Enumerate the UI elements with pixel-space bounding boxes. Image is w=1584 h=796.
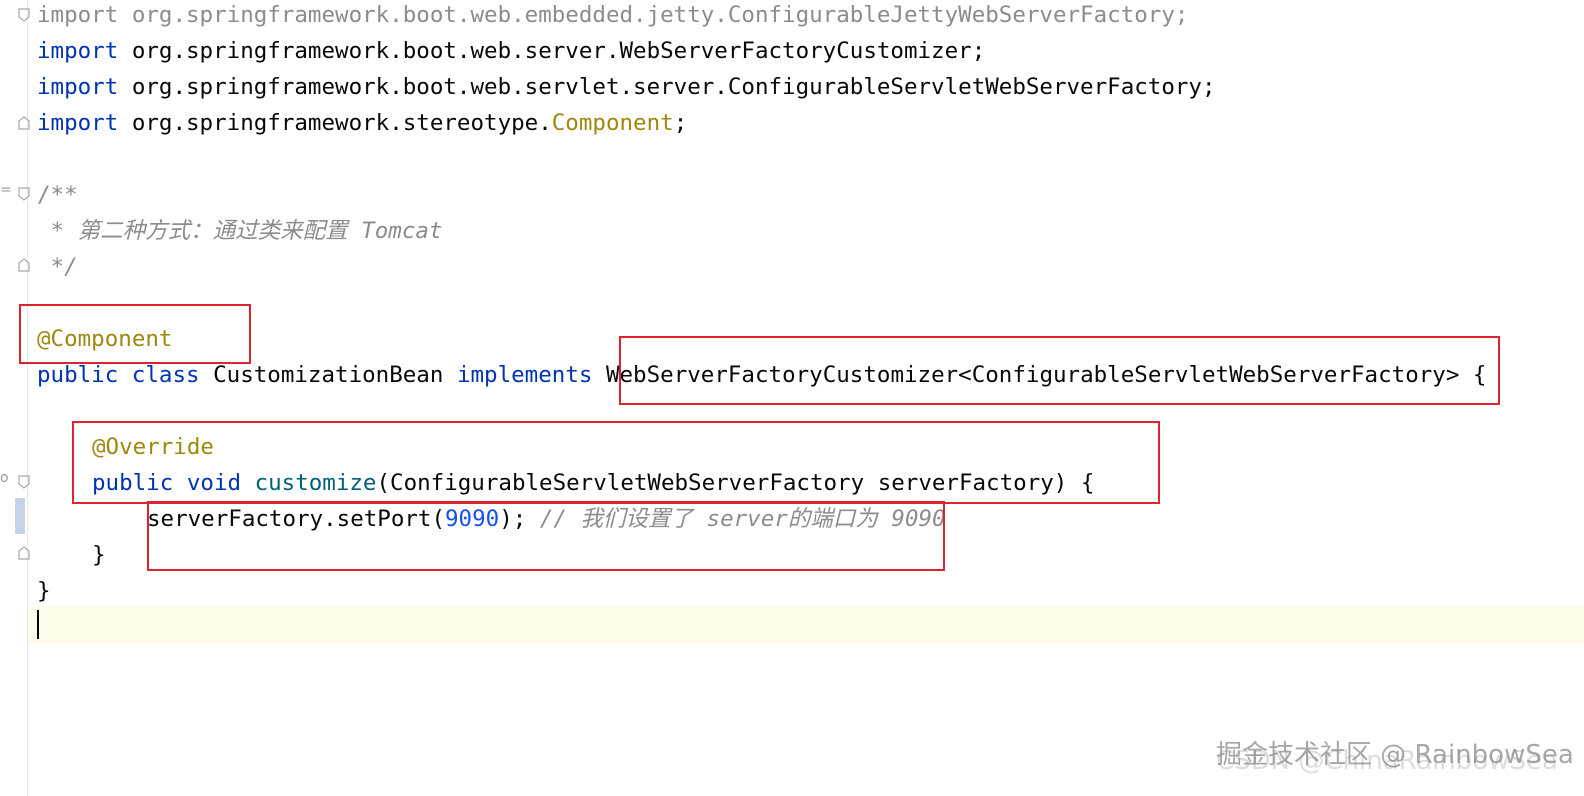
override-marker: o <box>0 470 9 486</box>
import-path: org.springframework.boot.web.embedded.je… <box>118 2 1189 28</box>
public-keyword: public <box>37 362 119 388</box>
editor-gutter[interactable]: = o <box>0 0 30 796</box>
fold-icon[interactable] <box>18 187 34 203</box>
import-path: org.springframework.boot.web.server.WebS… <box>118 38 986 64</box>
import-keyword: import <box>37 110 119 136</box>
highlight-box-component <box>19 304 251 364</box>
class-close-brace: } <box>37 578 51 604</box>
implements-keyword: implements <box>456 362 593 388</box>
text-caret <box>37 610 39 639</box>
javadoc-start: /** <box>37 182 78 208</box>
import-class-name: Component <box>551 110 674 136</box>
import-keyword: import <box>37 38 119 64</box>
code-line-3[interactable]: import org.springframework.boot.web.serv… <box>37 69 1216 105</box>
change-marker[interactable] <box>15 498 25 534</box>
class-name: CustomizationBean <box>213 362 444 388</box>
code-line-1[interactable]: import org.springframework.boot.web.embe… <box>37 0 1188 33</box>
fold-end-icon[interactable] <box>18 116 34 132</box>
method-close-brace: } <box>92 542 106 568</box>
import-path: org.springframework.stereotype. <box>118 110 552 136</box>
highlight-box-interface <box>619 336 1500 405</box>
code-editor[interactable]: import org.springframework.boot.web.embe… <box>37 0 1486 604</box>
code-line-4[interactable]: import org.springframework.stereotype.Co… <box>37 105 687 141</box>
fold-end-icon[interactable] <box>18 546 34 562</box>
gutter-marker: = <box>0 182 12 198</box>
code-line-2[interactable]: import org.springframework.boot.web.serv… <box>37 33 985 69</box>
watermark-juejin: 掘金技术社区 @ RainbowSea <box>1216 740 1574 770</box>
fold-icon[interactable] <box>18 8 34 24</box>
statement-terminator: ; <box>673 110 688 136</box>
fold-icon[interactable] <box>18 475 34 491</box>
import-keyword: import <box>37 2 119 28</box>
class-keyword: class <box>131 362 200 388</box>
import-path: org.springframework.boot.web.servlet.ser… <box>118 74 1216 100</box>
javadoc-end: */ <box>37 254 78 280</box>
highlight-box-method <box>72 421 1160 504</box>
current-line-highlight <box>0 607 1584 643</box>
fold-end-icon[interactable] <box>18 258 34 274</box>
import-keyword: import <box>37 74 119 100</box>
highlight-box-set-port <box>147 501 945 571</box>
javadoc-text: * 第二种方式：通过类来配置 Tomcat <box>37 218 443 244</box>
